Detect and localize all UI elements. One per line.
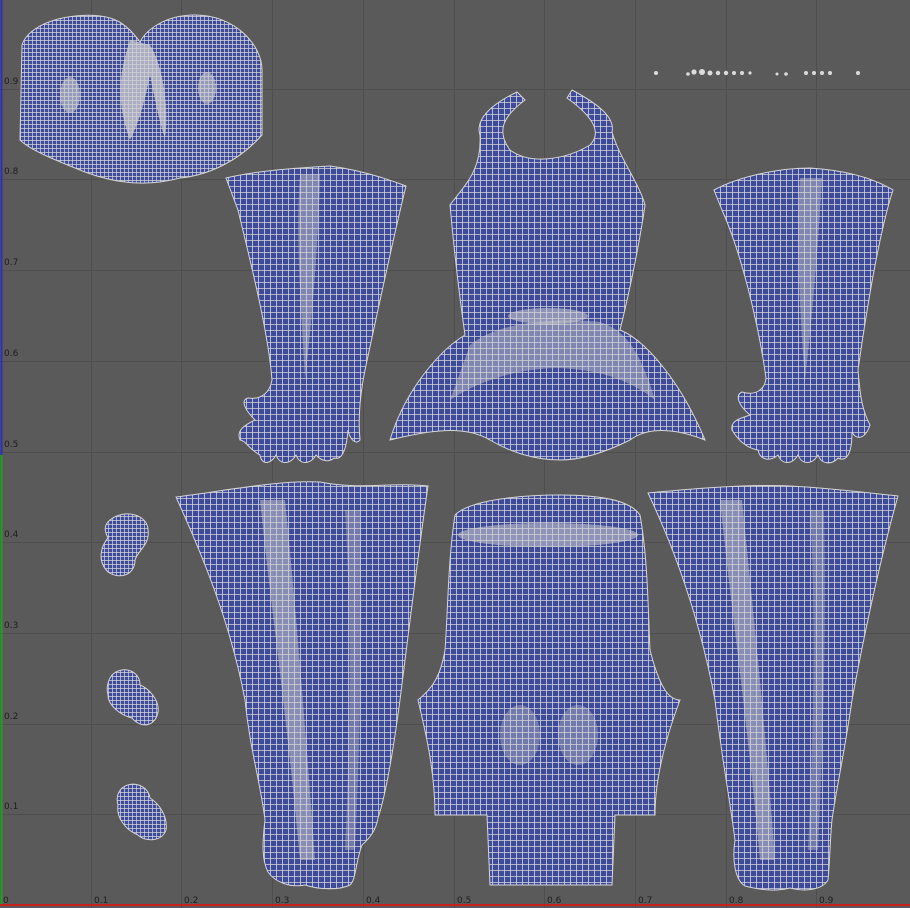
right-leg-shell[interactable]	[647, 484, 899, 891]
u-tick-label: 0.8	[729, 896, 744, 906]
u-tick-label: 0.2	[184, 896, 199, 906]
v-tick-label: 0.3	[4, 621, 19, 631]
lower-torso-shell[interactable]	[417, 494, 681, 886]
left-arm-shell[interactable]	[225, 165, 407, 463]
ear-shell[interactable]	[100, 513, 149, 577]
left-leg-shell[interactable]	[175, 481, 429, 890]
u-tick-label: 0.4	[366, 896, 381, 906]
v-tick-label: 0.5	[4, 440, 19, 450]
uv-editor-viewport[interactable]: 0 0.1 0.2 0.3 0.4 0.5 0.6 0.7 0.8 0.9 0.1 0.2 0.3 0.…	[0, 0, 910, 908]
head-shell[interactable]	[19, 14, 263, 184]
u-tick-label: 0.5	[457, 896, 472, 906]
right-arm-shell[interactable]	[713, 167, 894, 464]
u-tick-label: 0	[3, 896, 9, 906]
u-tick-label: 0.6	[547, 896, 562, 906]
v-tick-label: 0.7	[4, 258, 19, 268]
uv-canvas[interactable]	[0, 0, 910, 908]
v-tick-label: 0.4	[4, 530, 19, 540]
upper-torso-shell[interactable]	[389, 89, 706, 461]
u-tick-label: 0.3	[275, 896, 290, 906]
eye-shell[interactable]	[106, 669, 159, 726]
teeth-shell[interactable]	[116, 783, 167, 841]
v-tick-label: 0.2	[4, 712, 19, 722]
u-tick-label: 0.1	[94, 896, 109, 906]
u-tick-label: 0.7	[638, 896, 653, 906]
v-tick-label: 0.8	[4, 167, 19, 177]
v-tick-label: 0.1	[4, 802, 19, 812]
v-tick-label: 0.9	[4, 77, 19, 87]
u-tick-label: 0.9	[819, 896, 834, 906]
small-shells-strip[interactable]	[654, 69, 860, 76]
v-tick-label: 0.6	[4, 349, 19, 359]
